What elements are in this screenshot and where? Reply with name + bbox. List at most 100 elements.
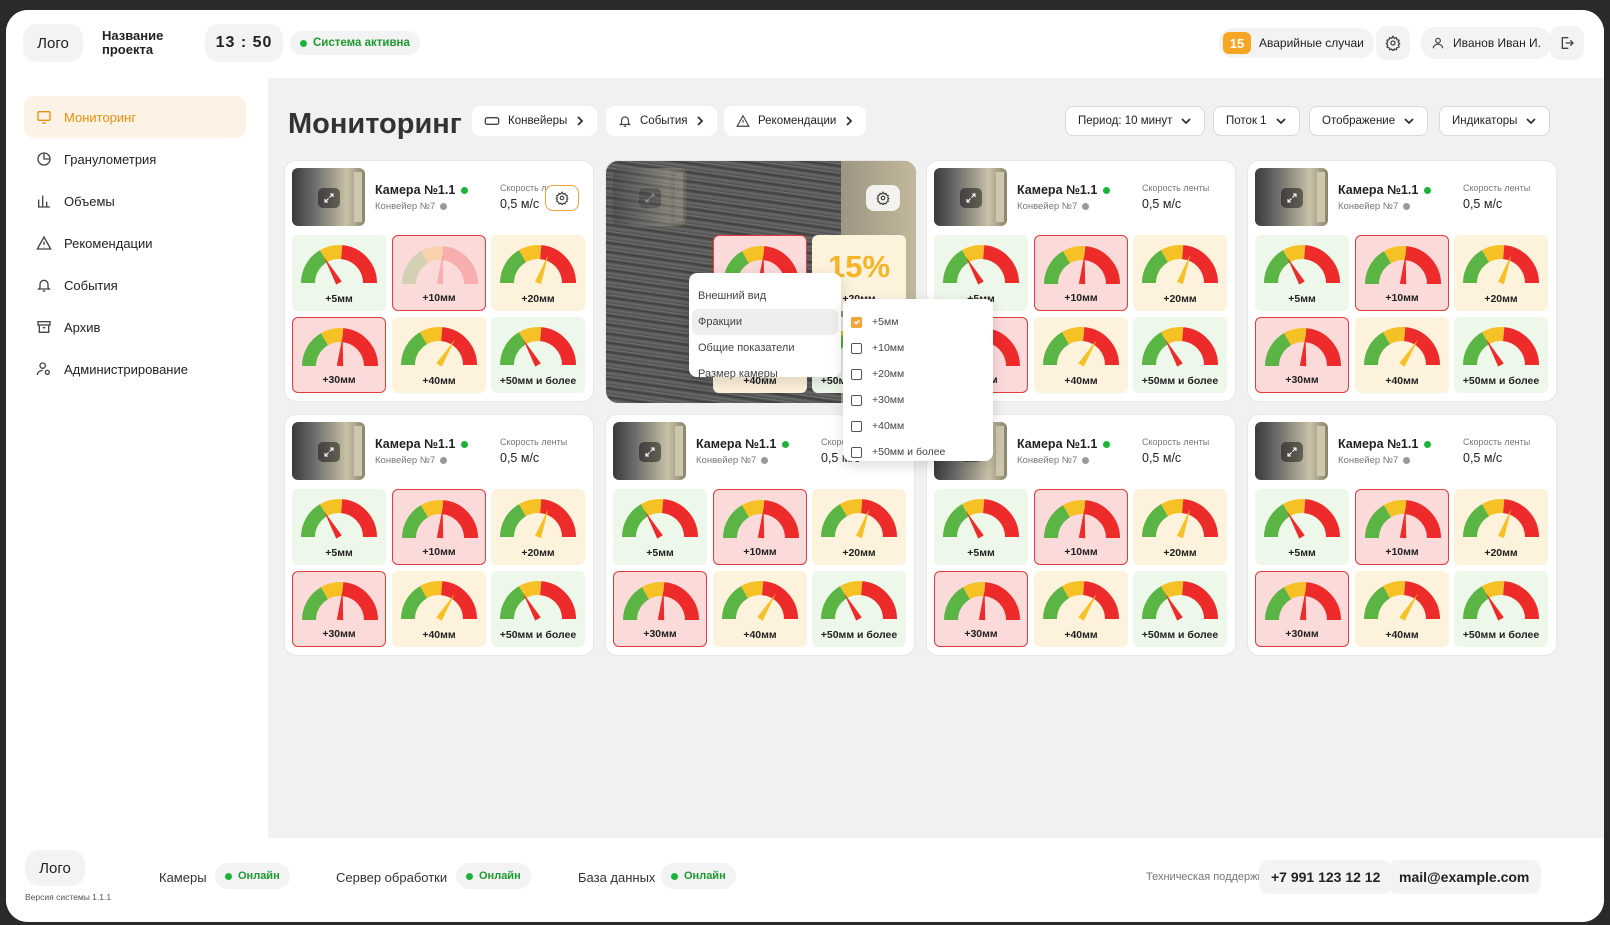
fraction-tile[interactable]: +30мм [1255,317,1349,393]
gauge-zone-red [1181,327,1218,366]
fraction-tile[interactable]: +5мм [934,489,1028,565]
expand-button[interactable] [1281,188,1303,208]
fraction-option[interactable]: +40мм [843,413,993,439]
sidebar-item-archive[interactable]: Архив [24,306,246,348]
expand-button[interactable] [639,188,661,208]
fraction-tile[interactable]: +10мм [1034,489,1128,565]
checkbox-icon[interactable] [851,394,862,406]
fraction-tile[interactable]: +50мм и более [1133,571,1227,647]
fraction-tile[interactable]: +30мм [292,571,386,647]
fraction-tile[interactable]: +40мм [392,571,486,647]
gauge-zone-green [301,250,328,284]
camera-thumbnail[interactable] [1255,422,1328,480]
fraction-option[interactable]: +5мм [843,309,993,335]
footer-logo[interactable]: Лого [25,850,85,886]
fraction-tile[interactable]: +5мм [292,489,386,565]
fraction-option[interactable]: +50мм и более [843,439,993,465]
fraction-tile[interactable]: +10мм [1034,235,1128,311]
camera-settings-button[interactable] [545,185,579,211]
support-email[interactable]: mail@example.com [1387,860,1542,894]
fraction-tile[interactable]: +20мм [491,489,585,565]
gauge-needle [1287,257,1305,285]
expand-button[interactable] [639,442,661,462]
filter-indicators[interactable]: Индикаторы [1439,106,1551,136]
fraction-tile[interactable]: +20мм [1133,235,1227,311]
fraction-tile[interactable]: +50мм и более [491,571,585,647]
fraction-tile[interactable]: +5мм [613,489,707,565]
user-menu[interactable]: Иванов Иван И. [1421,27,1552,59]
expand-button[interactable] [960,188,982,208]
camera-settings-button[interactable] [866,185,900,211]
header-logo[interactable]: Лого [23,24,83,62]
tab-recommendations[interactable]: Рекомендации [724,106,867,136]
fraction-tile[interactable]: +30мм [934,571,1028,647]
fraction-tile[interactable]: +50мм и более [1454,571,1548,647]
fraction-tile[interactable]: +40мм [1034,317,1128,393]
expand-button[interactable] [318,188,340,208]
camera-thumbnail[interactable] [934,168,1007,226]
sidebar-item-volumes[interactable]: Объемы [24,180,246,222]
fraction-option[interactable]: +30мм [843,387,993,413]
tab-label: События [640,115,688,127]
checkbox-checked-icon[interactable] [851,316,862,328]
fraction-tile[interactable]: +50мм и более [491,317,585,393]
fraction-tile[interactable]: +5мм [1255,235,1349,311]
fraction-tile[interactable]: +30мм [292,317,386,393]
alarms-button[interactable]: 15 Аварийные случаи [1219,28,1374,58]
sidebar-item-administration[interactable]: Администрирование [24,348,246,390]
fraction-tile[interactable]: +30мм [1255,571,1349,647]
expand-button[interactable] [318,442,340,462]
camera-thumbnail[interactable] [613,422,686,480]
logout-button[interactable] [1550,26,1584,60]
fraction-tile[interactable]: +10мм [392,235,486,311]
fraction-option[interactable]: +20мм [843,361,993,387]
fraction-tile[interactable]: +20мм [1454,489,1548,565]
gauge-zone-green [723,505,750,539]
fraction-tile[interactable]: +50мм и более [1454,317,1548,393]
fraction-tile[interactable]: +40мм [713,571,807,647]
checkbox-icon[interactable] [851,446,862,458]
fraction-tile[interactable]: +40мм [392,317,486,393]
sidebar-item-recommendations[interactable]: Рекомендации [24,222,246,264]
fraction-tile[interactable]: +5мм [1255,489,1349,565]
fraction-tile[interactable]: +20мм [812,489,906,565]
tab-conveyors[interactable]: Конвейеры [472,106,598,136]
camera-thumbnail[interactable] [292,168,365,226]
filter-stream[interactable]: Поток 1 [1213,106,1300,136]
fraction-tile[interactable]: +50мм и более [1133,317,1227,393]
fraction-tile[interactable]: +20мм [491,235,585,311]
sidebar-item-events[interactable]: События [24,264,246,306]
camera-thumbnail[interactable] [292,422,365,480]
checkbox-icon[interactable] [851,420,862,432]
menu-item-appearance[interactable]: Внешний вид [689,283,841,309]
fraction-tile[interactable]: +10мм [392,489,486,565]
gauge-zone-yellow [421,246,444,264]
sidebar-item-monitoring[interactable]: Мониторинг [24,96,246,138]
camera-thumbnail[interactable] [613,168,686,226]
menu-item-camera-size[interactable]: Размер камеры [689,361,841,387]
tab-events[interactable]: События [606,106,718,136]
sidebar-item-granulometry[interactable]: Гранулометрия [24,138,246,180]
fraction-tile[interactable]: +50мм и более [812,571,906,647]
filter-period[interactable]: Период: 10 минут [1065,106,1206,136]
fraction-tile[interactable]: +5мм [292,235,386,311]
fraction-tile[interactable]: +10мм [713,489,807,565]
fraction-tile[interactable]: +20мм [1454,235,1548,311]
fraction-tile[interactable]: +10мм [1355,489,1449,565]
fraction-tile[interactable]: +30мм [613,571,707,647]
checkbox-icon[interactable] [851,368,862,380]
settings-button[interactable] [1376,26,1410,60]
fraction-option[interactable]: +10мм [843,335,993,361]
fraction-tile[interactable]: +40мм [1034,571,1128,647]
fraction-tile[interactable]: +40мм [1355,571,1449,647]
checkbox-icon[interactable] [851,342,862,354]
fraction-tile[interactable]: +20мм [1133,489,1227,565]
menu-item-fractions[interactable]: Фракции [692,309,838,335]
support-phone[interactable]: +7 991 123 12 12 [1259,860,1393,894]
filter-display[interactable]: Отображение [1309,106,1429,136]
fraction-tile[interactable]: +40мм [1355,317,1449,393]
expand-button[interactable] [1281,442,1303,462]
menu-item-general-indicators[interactable]: Общие показатели [689,335,841,361]
camera-thumbnail[interactable] [1255,168,1328,226]
fraction-tile[interactable]: +10мм [1355,235,1449,311]
